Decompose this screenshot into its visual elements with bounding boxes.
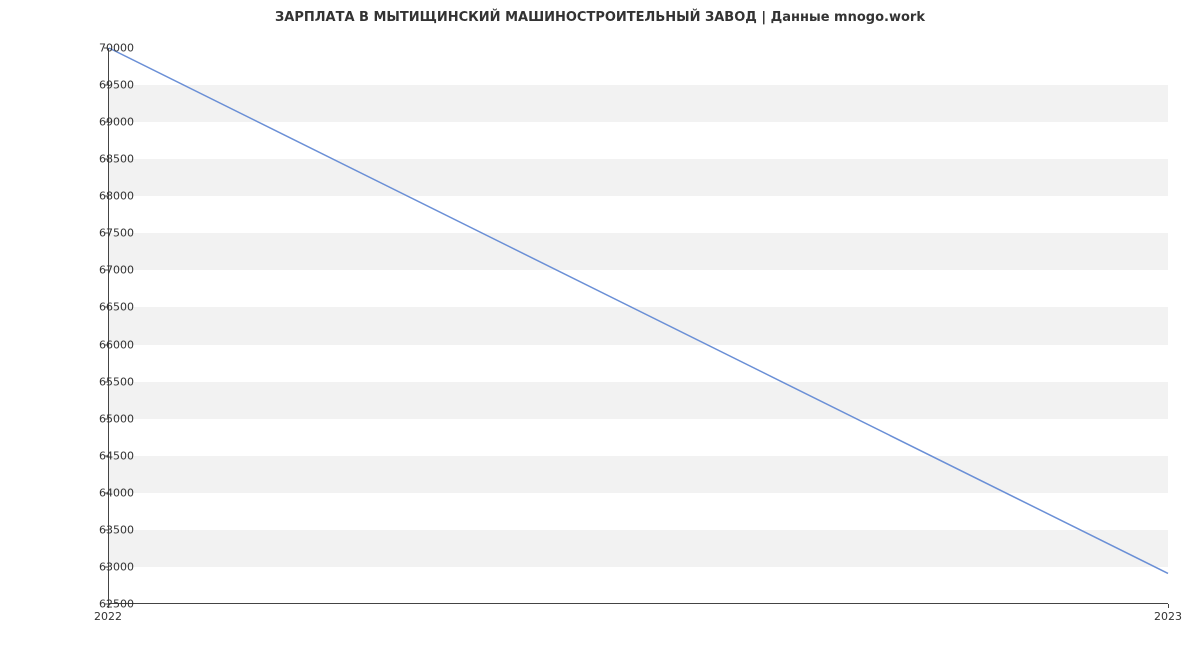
- x-tick-label: 2022: [94, 610, 122, 623]
- x-tick-label: 2023: [1154, 610, 1182, 623]
- y-tick-label: 66500: [84, 301, 134, 314]
- y-tick-mark: [104, 381, 108, 382]
- y-tick-mark: [104, 307, 108, 308]
- y-tick-mark: [104, 122, 108, 123]
- y-tick-mark: [104, 159, 108, 160]
- y-tick-label: 66000: [84, 338, 134, 351]
- plot-area: [108, 48, 1168, 604]
- chart-title: ЗАРПЛАТА В МЫТИЩИНСКИЙ МАШИНОСТРОИТЕЛЬНЫ…: [0, 10, 1200, 25]
- y-tick-label: 65500: [84, 375, 134, 388]
- y-tick-label: 63000: [84, 560, 134, 573]
- y-tick-label: 68000: [84, 190, 134, 203]
- y-tick-label: 70000: [84, 42, 134, 55]
- y-tick-label: 64500: [84, 449, 134, 462]
- x-tick-mark: [1168, 604, 1169, 608]
- series-line: [109, 48, 1168, 573]
- y-tick-mark: [104, 455, 108, 456]
- y-tick-label: 67000: [84, 264, 134, 277]
- y-tick-mark: [104, 529, 108, 530]
- y-tick-mark: [104, 233, 108, 234]
- y-tick-mark: [104, 85, 108, 86]
- y-tick-label: 69000: [84, 116, 134, 129]
- y-tick-mark: [104, 492, 108, 493]
- y-tick-label: 64000: [84, 486, 134, 499]
- y-tick-mark: [104, 344, 108, 345]
- y-tick-label: 69500: [84, 79, 134, 92]
- line-series: [109, 48, 1168, 603]
- y-tick-mark: [104, 418, 108, 419]
- chart-container: ЗАРПЛАТА В МЫТИЩИНСКИЙ МАШИНОСТРОИТЕЛЬНЫ…: [0, 0, 1200, 650]
- y-tick-mark: [104, 196, 108, 197]
- y-tick-label: 65000: [84, 412, 134, 425]
- y-tick-label: 67500: [84, 227, 134, 240]
- y-tick-label: 62500: [84, 598, 134, 611]
- y-tick-label: 63500: [84, 523, 134, 536]
- y-tick-label: 68500: [84, 153, 134, 166]
- y-tick-mark: [104, 566, 108, 567]
- y-tick-mark: [104, 270, 108, 271]
- y-tick-mark: [104, 48, 108, 49]
- x-tick-mark: [108, 604, 109, 608]
